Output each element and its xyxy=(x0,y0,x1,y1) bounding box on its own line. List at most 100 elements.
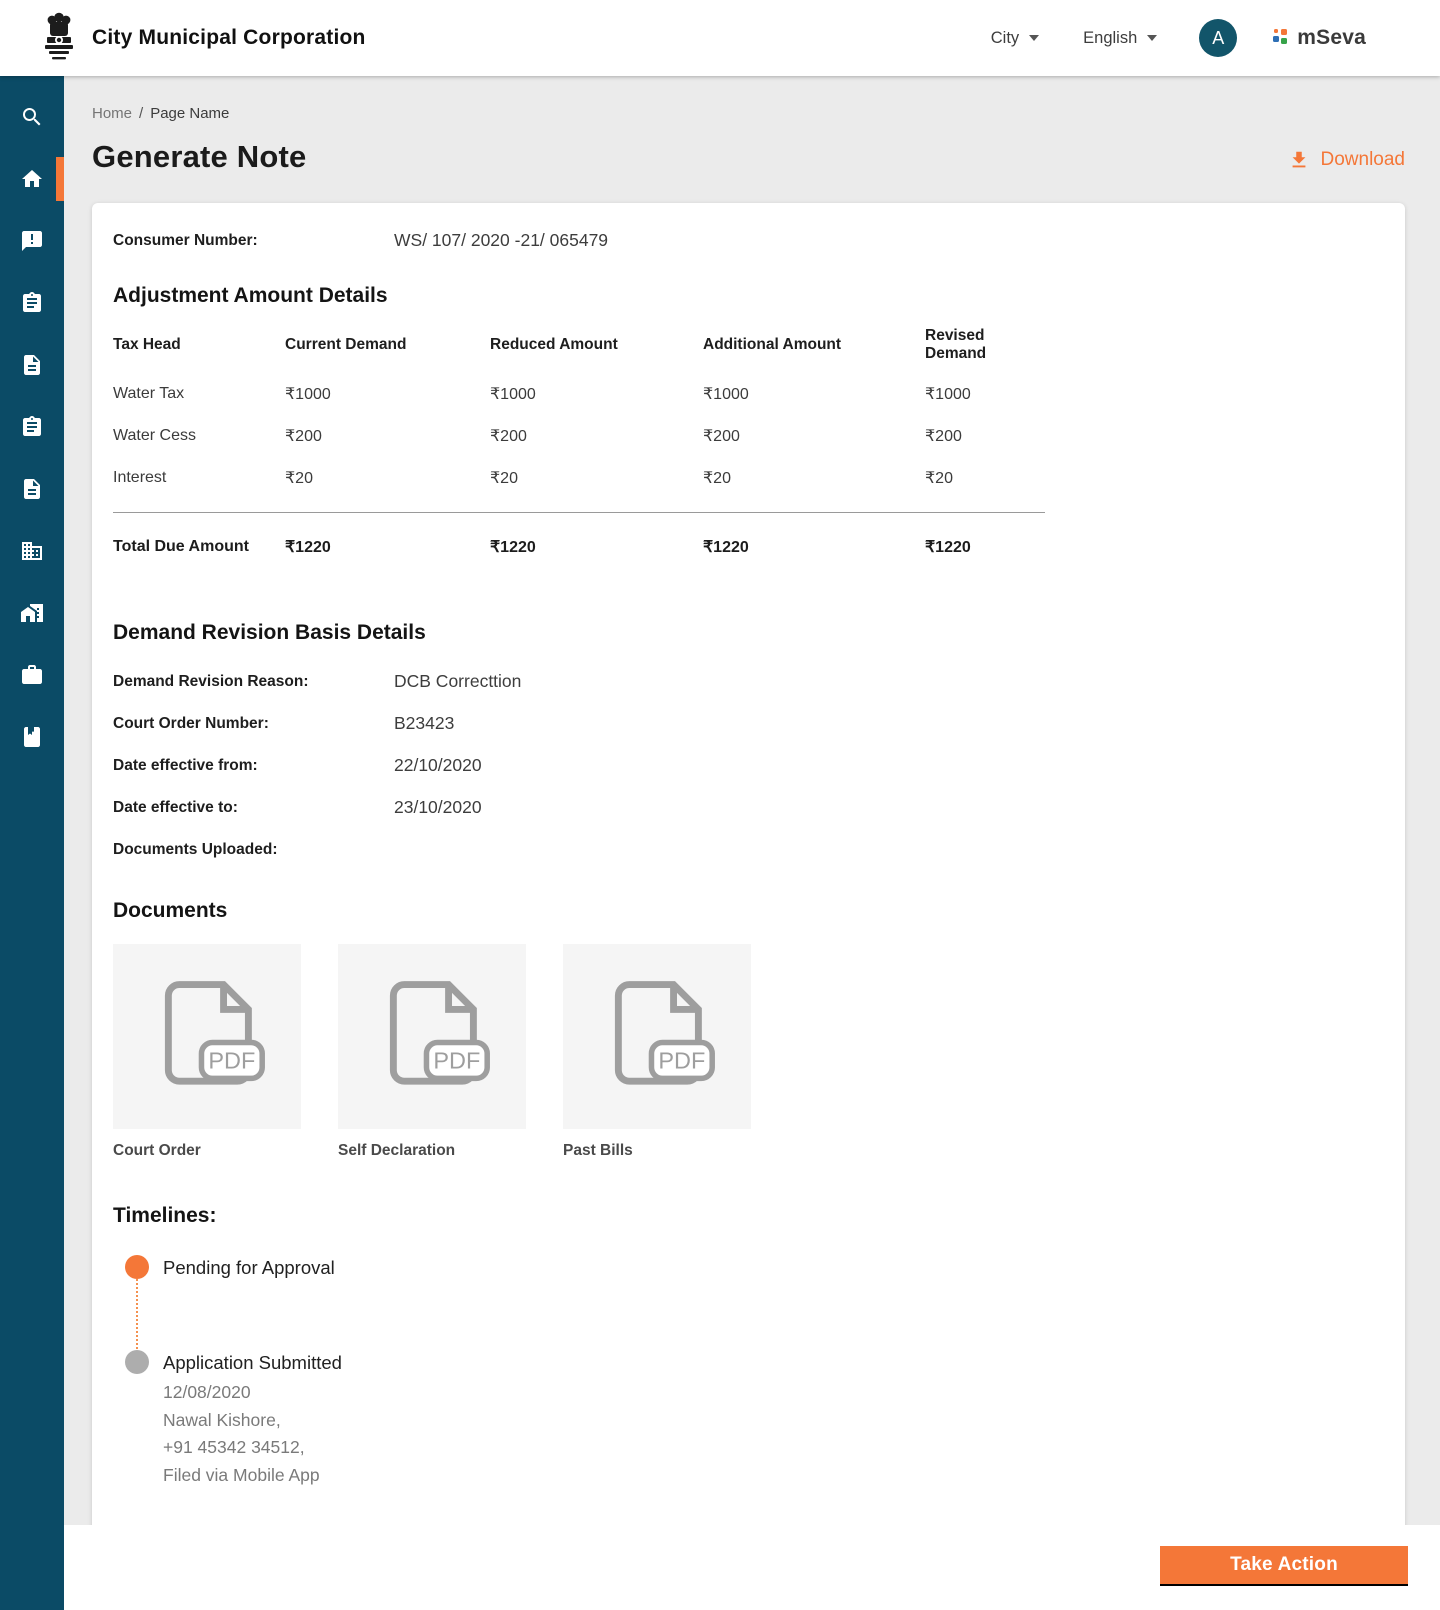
timeline-step-title: Application Submitted xyxy=(163,1349,342,1374)
field-value: 23/10/2020 xyxy=(394,797,482,818)
amount-cell: ₹200 xyxy=(285,415,490,457)
timeline-heading: Timelines: xyxy=(113,1204,1383,1228)
revision-field-row: Demand Revision Reason: DCB Correcttion xyxy=(113,671,1383,692)
page-title: Generate Note xyxy=(92,139,307,175)
document-item: PDF Self Declaration xyxy=(338,944,526,1160)
field-value: DCB Correcttion xyxy=(394,671,521,692)
ledger-icon xyxy=(20,725,44,749)
timeline-step-title: Pending for Approval xyxy=(163,1254,335,1279)
field-label: Court Order Number: xyxy=(113,713,394,733)
sidebar-nav xyxy=(0,76,64,1610)
revision-field-row: Documents Uploaded: xyxy=(113,839,1383,859)
timeline-detail-date: 12/08/2020 xyxy=(163,1379,342,1407)
column-header: Reduced Amount xyxy=(490,327,703,373)
timeline-detail-channel: Filed via Mobile App xyxy=(163,1462,342,1490)
total-cell: ₹1220 xyxy=(490,513,703,558)
app-screen: City Municipal Corporation City English … xyxy=(0,0,1440,1610)
tax-head-cell: Water Cess xyxy=(113,415,285,457)
field-label: Date effective to: xyxy=(113,797,394,817)
svg-text:PDF: PDF xyxy=(658,1047,705,1073)
amount-cell: ₹20 xyxy=(925,457,1045,513)
document-thumbnail[interactable]: PDF xyxy=(563,944,751,1129)
sidebar-item-home[interactable] xyxy=(0,148,64,210)
breadcrumb-separator: / xyxy=(139,105,143,122)
mseva-brand: mSeva xyxy=(1273,26,1366,50)
home-work-icon xyxy=(20,601,44,625)
timeline-dot-done xyxy=(125,1350,149,1374)
breadcrumb-current: Page Name xyxy=(150,105,229,122)
breadcrumb: Home / Page Name xyxy=(92,105,1405,122)
table-total-row: Total Due Amount ₹1220 ₹1220 ₹1220 ₹1220 xyxy=(113,513,1045,558)
top-header: City Municipal Corporation City English … xyxy=(0,0,1440,76)
revision-field-row: Date effective from: 22/10/2020 xyxy=(113,755,1383,776)
download-icon xyxy=(1288,149,1310,171)
chevron-down-icon xyxy=(1029,35,1039,41)
revision-field-row: Date effective to: 23/10/2020 xyxy=(113,797,1383,818)
field-value: 22/10/2020 xyxy=(394,755,482,776)
app-title: City Municipal Corporation xyxy=(92,26,366,50)
revision-heading: Demand Revision Basis Details xyxy=(113,621,1383,645)
amount-cell: ₹1000 xyxy=(490,373,703,415)
amount-cell: ₹20 xyxy=(285,457,490,513)
amount-cell: ₹200 xyxy=(490,415,703,457)
svg-text:PDF: PDF xyxy=(208,1047,255,1073)
sidebar-item-search[interactable] xyxy=(0,86,64,148)
tax-head-cell: Interest xyxy=(113,457,285,513)
download-button[interactable]: Download xyxy=(1288,149,1406,175)
sidebar-item-documents[interactable] xyxy=(0,334,64,396)
city-dropdown-label: City xyxy=(991,29,1019,48)
total-cell: ₹1220 xyxy=(925,513,1045,558)
document-thumbnail[interactable]: PDF xyxy=(338,944,526,1129)
language-dropdown[interactable]: English xyxy=(1083,29,1157,48)
timeline-detail-phone: +91 45342 34512, xyxy=(163,1434,342,1462)
file-icon xyxy=(20,477,44,501)
column-header: Revised Demand xyxy=(925,327,1045,373)
table-row: Water Cess ₹200 ₹200 ₹200 ₹200 xyxy=(113,415,1045,457)
table-row: Interest ₹20 ₹20 ₹20 ₹20 xyxy=(113,457,1045,513)
briefcase-icon xyxy=(20,663,44,687)
sidebar-item-properties[interactable] xyxy=(0,582,64,644)
sidebar-item-ledger[interactable] xyxy=(0,706,64,768)
complaints-icon xyxy=(20,229,44,253)
document-item: PDF Past Bills xyxy=(563,944,751,1160)
timeline-step-details: 12/08/2020 Nawal Kishore, +91 45342 3451… xyxy=(163,1379,342,1489)
timeline-step-submitted: Application Submitted 12/08/2020 Nawal K… xyxy=(113,1349,1383,1489)
download-label: Download xyxy=(1321,149,1406,171)
chevron-down-icon xyxy=(1147,35,1157,41)
column-header: Current Demand xyxy=(285,327,490,373)
adjustment-table: Tax Head Current Demand Reduced Amount A… xyxy=(113,327,1045,557)
consumer-number-row: Consumer Number: WS/ 107/ 2020 -21/ 0654… xyxy=(113,230,1383,251)
footer-bar: Take Action xyxy=(64,1525,1440,1610)
sidebar-item-employment[interactable] xyxy=(0,644,64,706)
table-row: Water Tax ₹1000 ₹1000 ₹1000 ₹1000 xyxy=(113,373,1045,415)
consumer-number-value: WS/ 107/ 2020 -21/ 065479 xyxy=(394,230,608,251)
take-action-button[interactable]: Take Action xyxy=(1160,1546,1408,1586)
sidebar-item-complaints[interactable] xyxy=(0,210,64,272)
tax-head-cell: Water Tax xyxy=(113,373,285,415)
amount-cell: ₹200 xyxy=(925,415,1045,457)
city-dropdown[interactable]: City xyxy=(991,29,1039,48)
field-value: B23423 xyxy=(394,713,454,734)
document-icon xyxy=(20,353,44,377)
timeline-connector xyxy=(136,1279,138,1349)
title-row: Generate Note Download xyxy=(92,139,1405,175)
clipboard-icon xyxy=(20,291,44,315)
document-thumbnail[interactable]: PDF xyxy=(113,944,301,1129)
consumer-number-label: Consumer Number: xyxy=(113,230,394,250)
sidebar-item-tasks[interactable] xyxy=(0,396,64,458)
document-label: Past Bills xyxy=(563,1142,751,1160)
avatar-letter: A xyxy=(1212,28,1224,49)
pdf-file-icon: PDF xyxy=(363,968,501,1106)
timeline-detail-name: Nawal Kishore, xyxy=(163,1407,342,1435)
sidebar-item-business[interactable] xyxy=(0,520,64,582)
mseva-brand-text: mSeva xyxy=(1297,26,1366,50)
pdf-file-icon: PDF xyxy=(138,968,276,1106)
document-label: Court Order xyxy=(113,1142,301,1160)
amount-cell: ₹20 xyxy=(490,457,703,513)
document-tiles: PDF Court Order PDF Self Declar xyxy=(113,944,1383,1160)
building-icon xyxy=(20,539,44,563)
sidebar-item-applications[interactable] xyxy=(0,272,64,334)
user-avatar[interactable]: A xyxy=(1199,19,1237,57)
sidebar-item-reports[interactable] xyxy=(0,458,64,520)
breadcrumb-home-link[interactable]: Home xyxy=(92,105,132,122)
